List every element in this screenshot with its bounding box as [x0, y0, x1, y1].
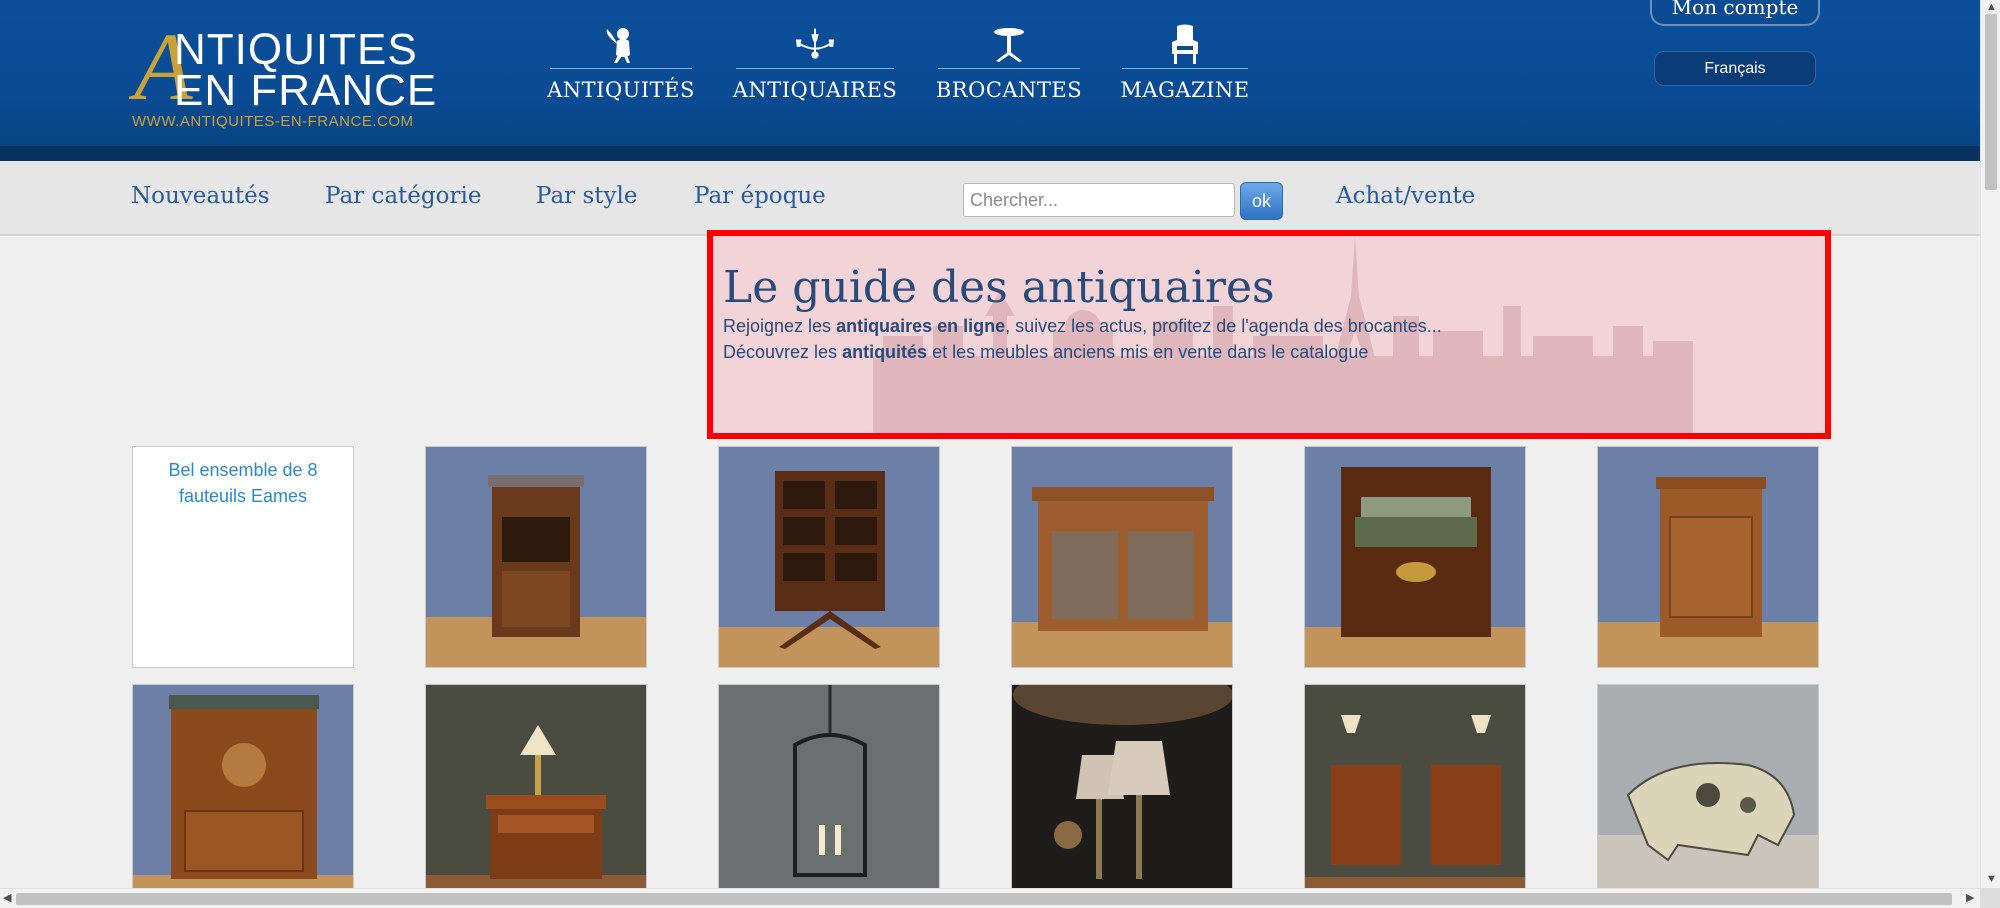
subnav-achat-vente[interactable]: Achat/vente — [1336, 183, 1475, 209]
subnav-par-epoque[interactable]: Par époque — [694, 183, 826, 209]
intro-text: et les meubles anciens mis en vente dans… — [927, 342, 1369, 362]
subnav-nouveautes[interactable]: Nouveautés — [131, 183, 270, 209]
product-card[interactable] — [1597, 446, 1819, 668]
product-image — [1012, 685, 1232, 905]
product-image — [1305, 685, 1525, 905]
horizontal-scroll-thumb[interactable] — [16, 893, 1952, 905]
nav-antiquites[interactable]: ANTIQUITÉS — [547, 24, 695, 114]
pedestal-table-icon — [989, 24, 1029, 66]
site-logo[interactable]: A NTIQUITES EN FRANCE WWW.ANTIQUITES-EN-… — [130, 19, 440, 135]
cherub-icon — [601, 24, 641, 66]
header-band — [0, 146, 1980, 161]
intro-text: Rejoignez les — [723, 316, 837, 336]
vertical-scrollbar[interactable]: ▲ ▼ — [1980, 0, 2000, 888]
product-image — [1598, 447, 1818, 667]
subnav-par-style[interactable]: Par style — [536, 183, 637, 209]
scroll-up-icon[interactable]: ▲ — [1986, 2, 1997, 13]
product-card[interactable] — [1304, 446, 1526, 668]
product-card[interactable] — [1304, 684, 1526, 906]
intro-banner: Le guide des antiquaires Rejoignez les a… — [707, 230, 1831, 439]
nav-brocantes[interactable]: BROCANTES — [935, 24, 1083, 114]
nav-magazine[interactable]: MAGAZINE — [1120, 24, 1250, 114]
armchair-icon — [1165, 24, 1205, 66]
nav-label: MAGAZINE — [1120, 78, 1250, 102]
nav-label: ANTIQUITÉS — [547, 78, 695, 102]
product-card[interactable] — [1011, 684, 1233, 906]
scroll-down-icon[interactable]: ▼ — [1986, 874, 1997, 885]
intro-text: Découvrez les — [723, 342, 843, 362]
chandelier-icon — [795, 24, 835, 66]
nav-divider — [1122, 68, 1248, 69]
language-selector[interactable]: Français — [1654, 51, 1816, 86]
product-card[interactable] — [132, 684, 354, 906]
nav-label: ANTIQUAIRES — [732, 78, 898, 102]
intro-text: , suivez les actus, profitez de l'agenda… — [1005, 316, 1442, 336]
product-alt-text[interactable]: Bel ensemble de 8 fauteuils Eames — [133, 457, 353, 509]
product-image — [133, 685, 353, 905]
antiquaires-link[interactable]: antiquaires en ligne — [836, 316, 1005, 336]
intro-line-1: Rejoignez les antiquaires en ligne, suiv… — [723, 316, 1442, 337]
logo-line-2: EN FRANCE — [174, 66, 438, 115]
nav-antiquaires[interactable]: ANTIQUAIRES — [733, 24, 897, 114]
scroll-right-icon[interactable]: ▶ — [1966, 893, 1974, 904]
scroll-corner — [1980, 888, 2000, 908]
sub-nav: Nouveautés Par catégorie Par style Par é… — [0, 161, 1980, 236]
product-image — [426, 447, 646, 667]
product-image — [426, 685, 646, 905]
product-card[interactable] — [1011, 446, 1233, 668]
subnav-par-categorie[interactable]: Par catégorie — [325, 183, 481, 209]
product-card[interactable] — [1597, 684, 1819, 906]
search-button[interactable]: ok — [1240, 182, 1283, 220]
product-image — [1598, 685, 1818, 905]
vertical-scroll-thumb[interactable] — [1985, 14, 1997, 190]
intro-title: Le guide des antiquaires — [723, 262, 1275, 313]
product-card[interactable] — [718, 446, 940, 668]
intro-line-2: Découvrez les antiquités et les meubles … — [723, 342, 1368, 363]
product-card[interactable]: Bel ensemble de 8 fauteuils Eames — [132, 446, 354, 668]
product-card[interactable] — [718, 684, 940, 906]
nav-divider — [938, 68, 1080, 69]
logo-url: WWW.ANTIQUITES-EN-FRANCE.COM — [132, 113, 414, 130]
scroll-left-icon[interactable]: ◀ — [3, 893, 11, 904]
antiquites-link[interactable]: antiquités — [842, 342, 927, 362]
product-card[interactable] — [425, 684, 647, 906]
product-image — [719, 447, 939, 667]
horizontal-scrollbar[interactable]: ◀ ▶ — [0, 888, 1980, 908]
search-input[interactable] — [963, 183, 1235, 217]
product-image — [1305, 447, 1525, 667]
site-header: A NTIQUITES EN FRANCE WWW.ANTIQUITES-EN-… — [0, 0, 1980, 161]
product-image — [719, 685, 939, 905]
nav-divider — [550, 68, 692, 69]
nav-divider — [736, 68, 894, 69]
product-card[interactable] — [425, 446, 647, 668]
nav-label: BROCANTES — [935, 78, 1083, 102]
account-button[interactable]: Mon compte — [1650, 0, 1820, 26]
product-image — [1012, 447, 1232, 667]
